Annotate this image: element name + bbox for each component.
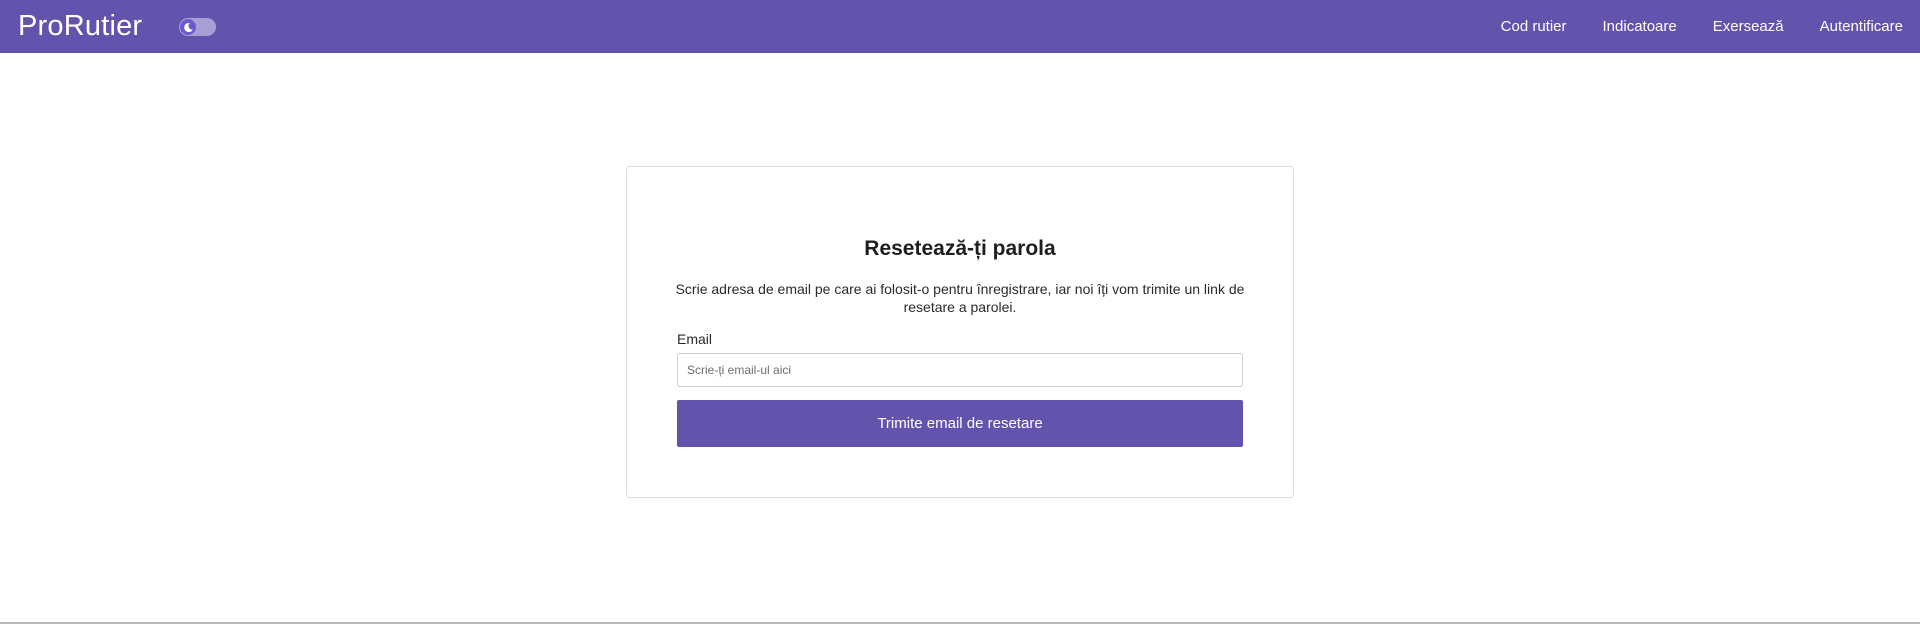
brand-logo[interactable]: ProRutier xyxy=(18,9,142,43)
reset-description: Scrie adresa de email pe care ai folosit… xyxy=(675,281,1245,315)
reset-password-card: Resetează-ți parola Scrie adresa de emai… xyxy=(626,166,1294,498)
send-reset-email-button[interactable]: Trimite email de resetare xyxy=(677,400,1243,447)
nav-link-exerseaza[interactable]: Exersează xyxy=(1713,18,1784,35)
email-label: Email xyxy=(677,331,713,347)
nav-link-autentificare[interactable]: Autentificare xyxy=(1820,18,1903,35)
top-navbar: ProRutier Cod rutier Indicatoare Exersea… xyxy=(0,0,1920,53)
nav-link-indicatoare[interactable]: Indicatoare xyxy=(1603,18,1677,35)
email-field[interactable] xyxy=(677,353,1243,387)
nav-link-cod-rutier[interactable]: Cod rutier xyxy=(1501,18,1567,35)
moon-icon xyxy=(180,19,196,35)
nav-links: Cod rutier Indicatoare Exersează Autenti… xyxy=(1465,0,1903,53)
bottom-divider xyxy=(0,622,1920,624)
page-title: Resetează-ți parola xyxy=(864,237,1056,260)
theme-toggle[interactable] xyxy=(179,18,216,36)
